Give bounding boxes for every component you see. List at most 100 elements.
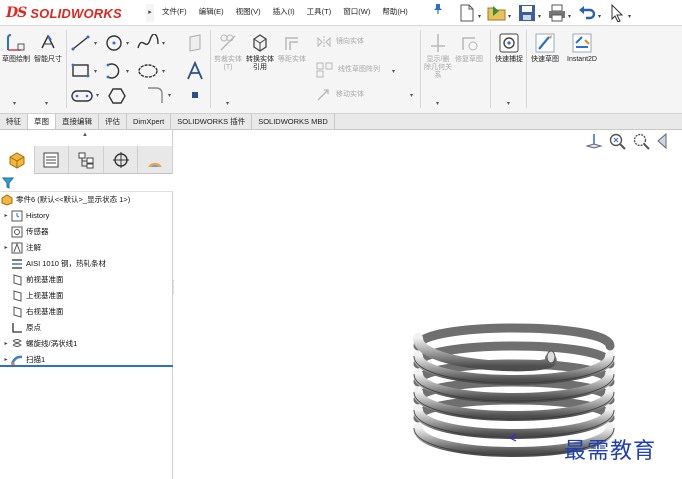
move-dropdown-icon[interactable]: ▾ — [410, 92, 413, 99]
smart-dimension-button[interactable]: 智能尺寸 — [32, 32, 64, 64]
tree-item-sensors[interactable]: 传感器 — [0, 224, 173, 239]
menu-tools[interactable]: 工具(T) — [301, 6, 338, 17]
menu-insert[interactable]: 插入(I) — [267, 6, 301, 17]
print-button[interactable]: ▾ — [542, 2, 572, 24]
tree-item-annotations[interactable]: ▸ 注解 — [0, 240, 173, 255]
menu-view[interactable]: 视图(V) — [230, 6, 267, 17]
tab-display-manager[interactable] — [138, 146, 173, 174]
fillet-tool-icon[interactable] — [146, 86, 166, 104]
spline-tool-icon[interactable] — [136, 34, 160, 52]
rectangle-tool-icon[interactable] — [70, 62, 92, 80]
chevron-down-icon[interactable]: ▾ — [508, 13, 511, 20]
undo-button[interactable]: ▾ — [572, 2, 602, 24]
arc-tool-icon[interactable] — [104, 62, 124, 80]
slot-tool-icon[interactable] — [70, 88, 94, 104]
linear-pattern-button[interactable]: 线性草图阵列 — [316, 62, 412, 78]
arc-dropdown-icon[interactable]: ▾ — [126, 68, 129, 75]
tree-rollback-bar[interactable] — [0, 365, 173, 367]
dimension-dropdown-icon[interactable]: ▾ — [45, 100, 48, 107]
select-button[interactable]: ▾ — [602, 2, 632, 24]
expand-arrow-icon[interactable]: ▸ — [2, 212, 10, 219]
heads-up-view-toolbar — [584, 130, 670, 152]
quick-snap-dropdown-icon[interactable]: ▾ — [507, 100, 510, 107]
cursor-arrow-icon — [611, 4, 624, 22]
tree-item-right-plane[interactable]: 右视基准面 — [0, 304, 173, 319]
save-button[interactable]: ▾ — [512, 2, 542, 24]
chevron-down-icon[interactable]: ▾ — [478, 13, 481, 20]
open-document-button[interactable]: ▾ — [482, 2, 512, 24]
previous-view-icon[interactable] — [656, 132, 670, 150]
annotation-icon — [10, 242, 24, 254]
menu-window[interactable]: 窗口(W) — [337, 6, 376, 17]
expand-arrow-icon[interactable]: ▸ — [2, 244, 10, 251]
tab-dimxpert[interactable]: DimXpert — [127, 114, 172, 129]
menu-file[interactable]: 文件(F) — [156, 6, 193, 17]
chevron-down-icon[interactable]: ▾ — [538, 13, 541, 20]
quick-snaps-button[interactable]: 快速捕捉 — [494, 32, 524, 64]
offset-entities-button[interactable]: 等距实体 — [278, 32, 306, 64]
instant2d-button[interactable]: Instant2D — [562, 32, 602, 64]
tab-property-manager[interactable] — [35, 146, 70, 174]
text-tool-icon[interactable] — [184, 60, 206, 82]
chevron-down-icon[interactable]: ▾ — [628, 13, 631, 20]
rapid-sketch-button[interactable]: 快速草图 — [530, 32, 560, 64]
pin-menu-icon[interactable] — [433, 3, 443, 18]
line-dropdown-icon[interactable]: ▾ — [94, 40, 97, 47]
mirror-entities-button[interactable]: 镜向实体 — [316, 36, 406, 48]
fillet-dropdown-icon[interactable]: ▾ — [168, 92, 171, 99]
convert-entities-button[interactable]: 转换实体引用 — [244, 32, 276, 72]
point-tool-icon[interactable] — [190, 90, 200, 100]
solidworks-logo[interactable]: DS SOLIDWORKS ▸ — [2, 2, 154, 24]
new-document-icon — [460, 4, 474, 22]
tab-sketch[interactable]: 草图 — [28, 114, 56, 129]
relations-dropdown-icon[interactable]: ▾ — [436, 100, 439, 107]
logo-expand-icon[interactable]: ▸ — [146, 4, 154, 22]
line-tool-icon[interactable] — [70, 34, 92, 52]
tab-direct-editing[interactable]: 直接编辑 — [56, 114, 99, 129]
view-orientation-icon[interactable] — [584, 132, 604, 150]
sketch-button[interactable]: 草图绘制 — [2, 32, 30, 64]
new-document-button[interactable]: ▾ — [452, 2, 482, 24]
slot-dropdown-icon[interactable]: ▾ — [96, 92, 99, 99]
tree-item-top-plane[interactable]: 上视基准面 — [0, 288, 173, 303]
ellipse-tool-icon[interactable] — [136, 62, 160, 80]
tree-item-history[interactable]: ▸ History — [0, 208, 173, 223]
circle-tool-icon[interactable] — [104, 34, 124, 52]
chevron-down-icon[interactable]: ▾ — [598, 13, 601, 20]
chevron-down-icon[interactable]: ▾ — [568, 13, 571, 20]
spline-dropdown-icon[interactable]: ▾ — [162, 40, 165, 47]
graphics-area[interactable]: 最需教育 — [174, 130, 682, 479]
filter-icon[interactable] — [2, 177, 14, 189]
ellipse-dropdown-icon[interactable]: ▾ — [162, 68, 165, 75]
sketch-dropdown-icon[interactable]: ▾ — [13, 100, 16, 107]
pattern-dropdown-icon[interactable]: ▾ — [392, 68, 395, 75]
circle-dropdown-icon[interactable]: ▾ — [126, 40, 129, 47]
tree-item-front-plane[interactable]: 前视基准面 — [0, 272, 173, 287]
tree-root-part[interactable]: 零件6 (默认<<默认>_显示状态 1>) — [0, 192, 173, 207]
ds-logo-mark: DS — [6, 5, 27, 21]
menu-help[interactable]: 帮助(H) — [376, 6, 413, 17]
tab-features[interactable]: 特征 — [0, 114, 28, 129]
menu-edit[interactable]: 编辑(E) — [193, 6, 230, 17]
tree-item-origin[interactable]: 原点 — [0, 320, 173, 335]
zoom-to-area-icon[interactable] — [632, 132, 652, 150]
tab-dimxpert-manager[interactable] — [104, 146, 139, 174]
tab-evaluate[interactable]: 评估 — [99, 114, 127, 129]
expand-arrow-icon[interactable]: ▸ — [2, 356, 10, 363]
expand-arrow-icon[interactable]: ▸ — [2, 340, 10, 347]
tab-solidworks-mbd[interactable]: SOLIDWORKS MBD — [252, 114, 335, 129]
rectangle-dropdown-icon[interactable]: ▾ — [94, 68, 97, 75]
trim-dropdown-icon[interactable]: ▾ — [226, 100, 229, 107]
tree-item-material[interactable]: AISI 1010 钢，热轧条材 — [0, 256, 173, 271]
collapse-ribbon-icon[interactable]: ▲ — [82, 132, 88, 138]
tab-configuration-manager[interactable] — [69, 146, 104, 174]
tree-item-helix[interactable]: ▸ 螺旋线/涡状线1 — [0, 336, 173, 351]
display-relations-button[interactable]: 显示/删除几何关系 — [424, 32, 452, 80]
polygon-tool-icon[interactable] — [108, 88, 126, 104]
move-entities-button[interactable]: 移动实体 — [316, 88, 406, 102]
trim-entities-button[interactable]: 剪裁实体(T) — [214, 32, 242, 72]
tab-solidworks-addins[interactable]: SOLIDWORKS 插件 — [171, 114, 253, 129]
zoom-to-fit-icon[interactable] — [608, 132, 628, 150]
repair-sketch-button[interactable]: 修复草图 — [454, 32, 484, 64]
tab-feature-manager[interactable] — [0, 146, 35, 174]
